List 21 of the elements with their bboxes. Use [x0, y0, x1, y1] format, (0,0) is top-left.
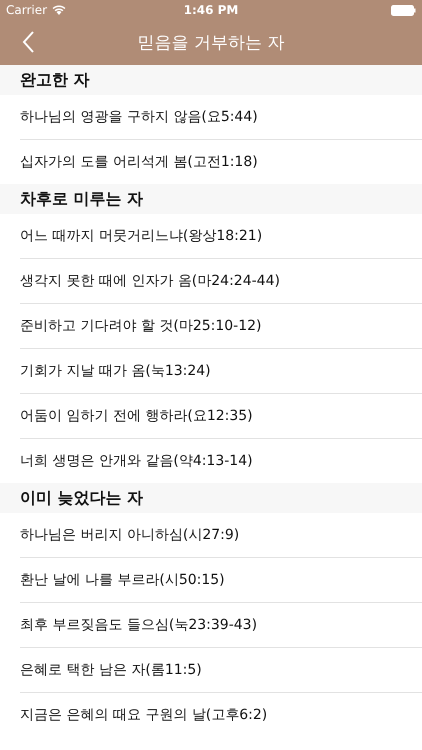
list-item[interactable]: 환난 날에 나를 부르라(시50:15): [20, 557, 422, 602]
list-item[interactable]: 최후 부르짖음도 들으심(눅23:39-43): [20, 602, 422, 647]
list-item[interactable]: 준비하고 기다려야 할 것(마25:10-12): [20, 303, 422, 348]
list-item[interactable]: 생각지 못한 때에 인자가 옴(마24:24-44): [20, 258, 422, 303]
wifi-icon: [52, 5, 66, 15]
list-item[interactable]: 지금은 은혜의 때요 구원의 날(고후6:2): [20, 692, 422, 737]
list-item[interactable]: 하나님의 영광을 구하지 않음(요5:44): [20, 95, 422, 139]
list-item[interactable]: 어느 때까지 머뭇거리느냐(왕상18:21): [20, 214, 422, 258]
status-time: 1:46 PM: [184, 3, 238, 17]
nav-title: 믿음을 거부하는 자: [138, 32, 284, 54]
section-header: 이미 늦었다는 자: [0, 483, 422, 513]
chevron-left-icon: [22, 31, 35, 53]
list-item[interactable]: 은혜로 택한 남은 자(롬11:5): [20, 647, 422, 692]
section-header: 차후로 미루는 자: [0, 184, 422, 214]
battery-icon: [391, 4, 416, 16]
section-header: 완고한 자: [0, 65, 422, 95]
back-button[interactable]: [22, 31, 35, 53]
carrier-label: Carrier: [6, 3, 48, 17]
list-item[interactable]: 하나님은 버리지 아니하심(시27:9): [20, 513, 422, 557]
list-item[interactable]: 어둠이 임하기 전에 행하라(요12:35): [20, 393, 422, 438]
list-item[interactable]: 기회가 지날 때가 옴(눅13:24): [20, 348, 422, 393]
